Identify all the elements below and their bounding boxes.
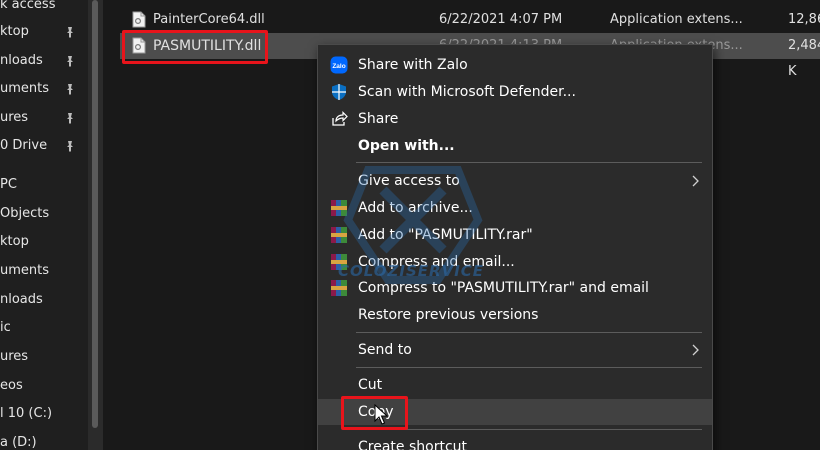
nav-item-label: l 10 (C:) xyxy=(0,406,53,421)
nav-item-pictures[interactable]: ures xyxy=(0,345,88,369)
nav-item-label: nloads xyxy=(0,292,43,307)
watermark-text: COLOZISERVICE xyxy=(338,262,485,280)
nav-item-label: ures xyxy=(0,349,29,364)
nav-item-videos[interactable]: eos xyxy=(0,374,88,398)
menu-item-restore-previous-versions[interactable]: Restore previous versions xyxy=(318,302,712,328)
menu-item-label: Cut xyxy=(358,377,383,393)
menu-separator xyxy=(356,332,702,333)
menu-separator xyxy=(356,367,702,368)
pin-icon xyxy=(67,84,73,95)
nav-item-drive-pinned[interactable]: 0 Drive xyxy=(0,134,88,158)
nav-item-music[interactable]: ic xyxy=(0,316,88,340)
file-highlight-box xyxy=(122,30,268,64)
menu-item-label: Scan with Microsoft Defender... xyxy=(358,84,576,100)
nav-item-desktop[interactable]: ktop xyxy=(0,230,88,254)
nav-item-label: k access xyxy=(0,0,56,12)
zalo-icon: Zalo xyxy=(330,56,348,74)
menu-item-label: Share with Zalo xyxy=(358,57,468,73)
file-size: 2,484 K xyxy=(788,38,820,79)
nav-item-drive-d[interactable]: a (D:) xyxy=(0,431,88,450)
nav-item-label: ktop xyxy=(0,234,29,249)
nav-item-label: uments xyxy=(0,81,50,96)
nav-item-label: ic xyxy=(0,320,11,335)
file-type: Application extens... xyxy=(610,12,743,27)
nav-item-documents-pinned[interactable]: uments xyxy=(0,77,88,101)
nav-item-label: ktop xyxy=(0,24,29,39)
menu-item-open-with[interactable]: Open with... xyxy=(318,133,712,159)
pin-icon xyxy=(67,27,73,38)
pin-icon xyxy=(67,113,73,124)
nav-item-label: uments xyxy=(0,263,50,278)
share-icon xyxy=(332,111,348,126)
nav-item-label: nloads xyxy=(0,53,43,68)
pin-icon xyxy=(67,141,73,152)
menu-item-share[interactable]: Share xyxy=(318,106,712,132)
nav-item-label: Objects xyxy=(0,206,50,221)
menu-item-label: Restore previous versions xyxy=(358,307,539,323)
chevron-right-icon xyxy=(692,344,699,356)
file-date: 6/22/2021 4:07 PM xyxy=(439,12,563,27)
pin-icon xyxy=(67,56,73,67)
menu-item-label: Send to xyxy=(358,342,412,358)
nav-item-label: a (D:) xyxy=(0,435,37,450)
navigation-pane: k access ktop nloads uments ures 0 Drive… xyxy=(0,0,88,450)
nav-item-pictures-pinned[interactable]: ures xyxy=(0,106,88,130)
menu-item-create-shortcut[interactable]: Create shortcut xyxy=(318,434,712,450)
nav-item-3d-objects[interactable]: Objects xyxy=(0,202,88,226)
mouse-cursor-icon xyxy=(374,404,388,425)
menu-item-label: Share xyxy=(358,111,399,127)
menu-item-scan-defender[interactable]: Scan with Microsoft Defender... xyxy=(318,79,712,105)
nav-item-label: 0 Drive xyxy=(0,138,48,153)
nav-item-this-pc[interactable]: PC xyxy=(0,173,88,197)
menu-item-label: Create shortcut xyxy=(358,439,468,450)
nav-item-documents[interactable]: uments xyxy=(0,259,88,283)
defender-shield-icon xyxy=(332,84,346,100)
nav-item-quick-access[interactable]: k access xyxy=(0,0,88,17)
menu-item-label: Open with... xyxy=(358,138,455,154)
nav-item-desktop-pinned[interactable]: ktop xyxy=(0,20,88,44)
nav-item-label: eos xyxy=(0,378,23,393)
nav-item-downloads-pinned[interactable]: nloads xyxy=(0,49,88,73)
nav-scroll-thumb[interactable] xyxy=(92,0,98,428)
dll-file-icon xyxy=(132,11,146,28)
menu-item-cut[interactable]: Cut xyxy=(318,372,712,398)
nav-item-label: PC xyxy=(0,177,17,192)
menu-separator xyxy=(356,429,702,430)
chevron-right-icon xyxy=(692,175,699,187)
nav-item-drive-c[interactable]: l 10 (C:) xyxy=(0,402,88,426)
nav-item-label: ures xyxy=(0,110,29,125)
nav-item-downloads[interactable]: nloads xyxy=(0,288,88,312)
zalo-icon-text: Zalo xyxy=(332,63,345,70)
menu-item-share-zalo[interactable]: Zalo Share with Zalo xyxy=(318,52,712,78)
menu-item-send-to[interactable]: Send to xyxy=(318,337,712,363)
